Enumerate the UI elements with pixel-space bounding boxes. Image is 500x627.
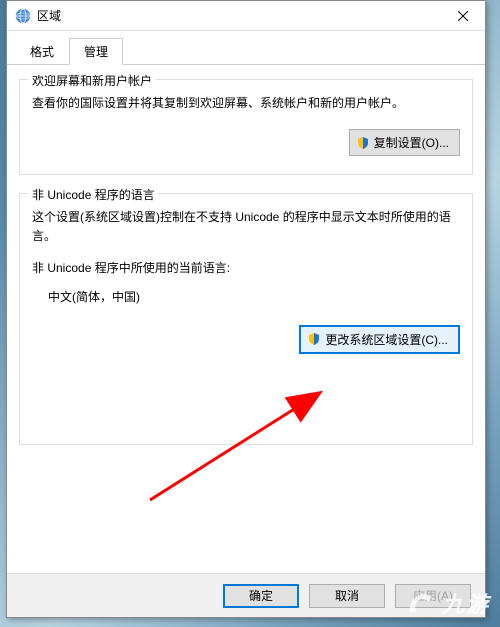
close-icon — [458, 11, 468, 21]
ok-button[interactable]: 确定 — [223, 584, 299, 608]
globe-icon — [15, 8, 31, 24]
region-dialog: 区域 格式 管理 欢迎屏幕和新用户帐户 查看你的国际设置并将其复制到欢迎屏幕、系… — [6, 0, 486, 618]
non-unicode-group-title: 非 Unicode 程序的语言 — [28, 186, 159, 203]
change-locale-label: 更改系统区域设置(C)... — [325, 331, 448, 348]
copy-settings-label: 复制设置(O)... — [374, 134, 449, 151]
cancel-button[interactable]: 取消 — [309, 584, 385, 608]
watermark: 九游 — [404, 587, 490, 619]
titlebar: 区域 — [7, 1, 485, 31]
welcome-group-title: 欢迎屏幕和新用户帐户 — [28, 72, 156, 89]
watermark-text: 九游 — [442, 587, 490, 619]
shield-icon — [307, 332, 321, 346]
tab-content: 欢迎屏幕和新用户帐户 查看你的国际设置并将其复制到欢迎屏幕、系统帐户和新的用户帐… — [7, 65, 485, 477]
non-unicode-group-text: 这个设置(系统区域设置)控制在不支持 Unicode 的程序中显示文本时所使用的… — [32, 208, 460, 246]
change-locale-button[interactable]: 更改系统区域设置(C)... — [299, 325, 460, 354]
dialog-title: 区域 — [37, 7, 441, 24]
watermark-logo-icon — [404, 587, 436, 619]
tab-format[interactable]: 格式 — [15, 38, 69, 65]
current-language-value: 中文(简体，中国) — [48, 288, 460, 305]
welcome-group-text: 查看你的国际设置并将其复制到欢迎屏幕、系统帐户和新的用户帐户。 — [32, 94, 460, 113]
welcome-screen-group: 欢迎屏幕和新用户帐户 查看你的国际设置并将其复制到欢迎屏幕、系统帐户和新的用户帐… — [19, 79, 473, 175]
current-language-label: 非 Unicode 程序中所使用的当前语言: — [32, 259, 460, 276]
close-button[interactable] — [441, 1, 485, 31]
non-unicode-group: 非 Unicode 程序的语言 这个设置(系统区域设置)控制在不支持 Unico… — [19, 193, 473, 445]
copy-settings-button[interactable]: 复制设置(O)... — [349, 129, 460, 156]
shield-icon — [356, 136, 370, 150]
tab-admin[interactable]: 管理 — [69, 38, 123, 65]
tabs-container: 格式 管理 — [7, 31, 485, 65]
